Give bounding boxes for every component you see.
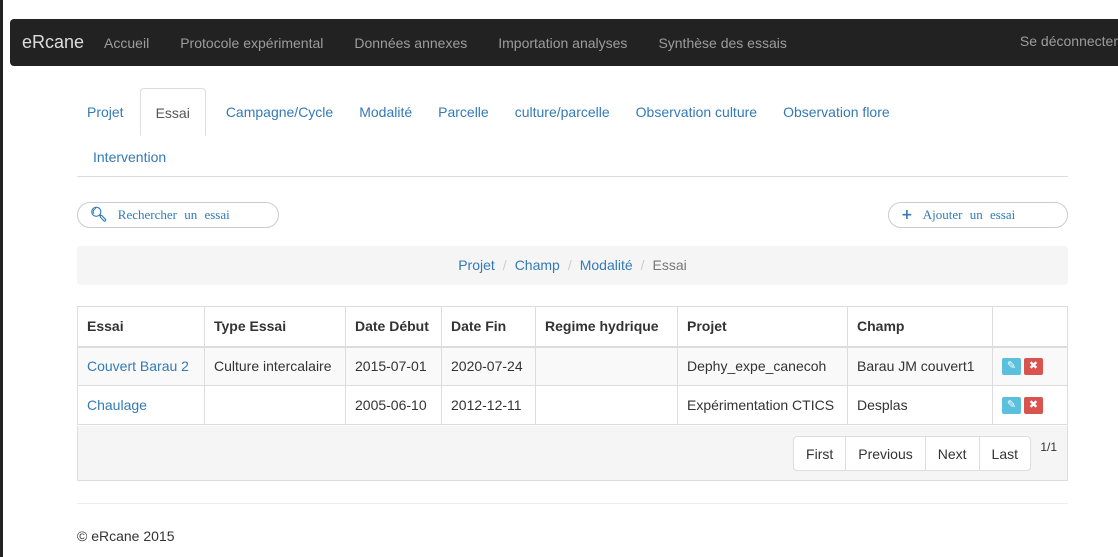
cell-type-essai (204, 385, 346, 425)
tab-bar: Projet Essai Campagne/Cycle Modalité Par… (77, 88, 1068, 178)
cell-champ: Barau JM couvert1 (847, 346, 993, 386)
tab-divider (77, 176, 1068, 177)
brand-link[interactable]: eRcane (22, 32, 84, 53)
breadcrumb-current: Essai (652, 257, 687, 273)
top-navbar: eRcane Accueil Protocole expérimental Do… (10, 19, 1118, 66)
essai-link[interactable]: Couvert Barau 2 (87, 358, 189, 374)
col-type-essai[interactable]: Type Essai (204, 306, 346, 348)
pager-first-button[interactable]: First (793, 436, 847, 471)
footer-divider (77, 503, 1068, 504)
col-essai[interactable]: Essai (77, 306, 205, 348)
tab-projet[interactable]: Projet (77, 88, 140, 136)
table-row: Chaulage 2005-06-10 2012-12-11 Expérimen… (77, 385, 1068, 425)
logout-link[interactable]: Se déconnecter (1020, 33, 1118, 49)
tab-parcelle[interactable]: Parcelle (428, 88, 505, 136)
nav-protocole[interactable]: Protocole expérimental (180, 35, 323, 51)
tab-observation-culture[interactable]: Observation culture (626, 88, 773, 136)
cell-regime-hydrique (535, 346, 678, 386)
cell-date-fin: 2012-12-11 (441, 385, 536, 425)
cell-actions: ✎ ✖ (992, 346, 1068, 386)
tab-intervention[interactable]: Intervention (93, 149, 166, 165)
breadcrumb-projet[interactable]: Projet (458, 257, 495, 273)
tab-modalite[interactable]: Modalité (349, 88, 428, 136)
nav-importation[interactable]: Importation analyses (498, 35, 627, 51)
tab-culture-parcelle[interactable]: culture/parcelle (505, 88, 626, 136)
essai-link[interactable]: Chaulage (87, 397, 147, 413)
delete-icon[interactable]: ✖ (1024, 358, 1043, 376)
cell-actions: ✎ ✖ (992, 385, 1068, 425)
add-essai-button[interactable]: + Ajouter un essai (888, 202, 1068, 228)
tab-campagne-cycle[interactable]: Campagne/Cycle (216, 88, 349, 136)
footer-copyright: © eRcane 2015 (77, 528, 175, 544)
col-date-fin[interactable]: Date Fin (441, 306, 536, 348)
col-date-debut[interactable]: Date Début (345, 306, 442, 348)
essai-table: Essai Type Essai Date Début Date Fin Reg… (77, 306, 1068, 425)
add-label: Ajouter un essai (922, 207, 1016, 222)
pagination: First Previous Next Last (793, 436, 1031, 471)
cell-type-essai: Culture intercalaire (204, 346, 346, 386)
window-border (0, 0, 3, 557)
col-projet[interactable]: Projet (677, 306, 848, 348)
breadcrumb: Projet / Champ / Modalité / Essai (77, 246, 1068, 285)
cell-projet: Dephy_expe_canecoh (677, 346, 848, 386)
table-footer: First Previous Next Last 1/1 (77, 426, 1068, 481)
nav-accueil[interactable]: Accueil (104, 35, 149, 51)
nav-donnees-annexes[interactable]: Données annexes (354, 35, 467, 51)
cell-projet: Expérimentation CTICS (677, 385, 848, 425)
breadcrumb-separator: / (640, 257, 645, 273)
breadcrumb-separator: / (567, 257, 572, 273)
search-button[interactable]: 🔍︎ Rechercher un essai (77, 202, 279, 228)
nav-synthese[interactable]: Synthèse des essais (658, 35, 786, 51)
cell-date-fin: 2020-07-24 (441, 346, 536, 386)
pager-last-button[interactable]: Last (978, 436, 1031, 471)
breadcrumb-modalite[interactable]: Modalité (580, 257, 633, 273)
pager-next-button[interactable]: Next (924, 436, 980, 471)
table-row: Couvert Barau 2 Culture intercalaire 201… (77, 346, 1068, 386)
edit-icon[interactable]: ✎ (1002, 396, 1021, 414)
tab-observation-flore[interactable]: Observation flore (773, 88, 906, 136)
breadcrumb-champ[interactable]: Champ (515, 257, 560, 273)
cell-date-debut: 2015-07-01 (345, 346, 442, 386)
cell-date-debut: 2005-06-10 (345, 385, 442, 425)
delete-icon[interactable]: ✖ (1024, 396, 1043, 414)
breadcrumb-separator: / (502, 257, 507, 273)
cell-champ: Desplas (847, 385, 993, 425)
search-label: Rechercher un essai (117, 207, 230, 222)
plus-icon: + (901, 207, 913, 223)
col-actions (992, 306, 1068, 348)
cell-regime-hydrique (535, 385, 678, 425)
edit-icon[interactable]: ✎ (1002, 358, 1021, 376)
pager-previous-button[interactable]: Previous (845, 436, 926, 471)
page-count: 1/1 (1040, 440, 1057, 454)
search-icon: 🔍︎ (90, 207, 108, 223)
col-regime-hydrique[interactable]: Regime hydrique (535, 306, 678, 348)
tab-essai[interactable]: Essai (139, 88, 206, 136)
col-champ[interactable]: Champ (847, 306, 993, 348)
table-header-row: Essai Type Essai Date Début Date Fin Reg… (77, 306, 1068, 348)
